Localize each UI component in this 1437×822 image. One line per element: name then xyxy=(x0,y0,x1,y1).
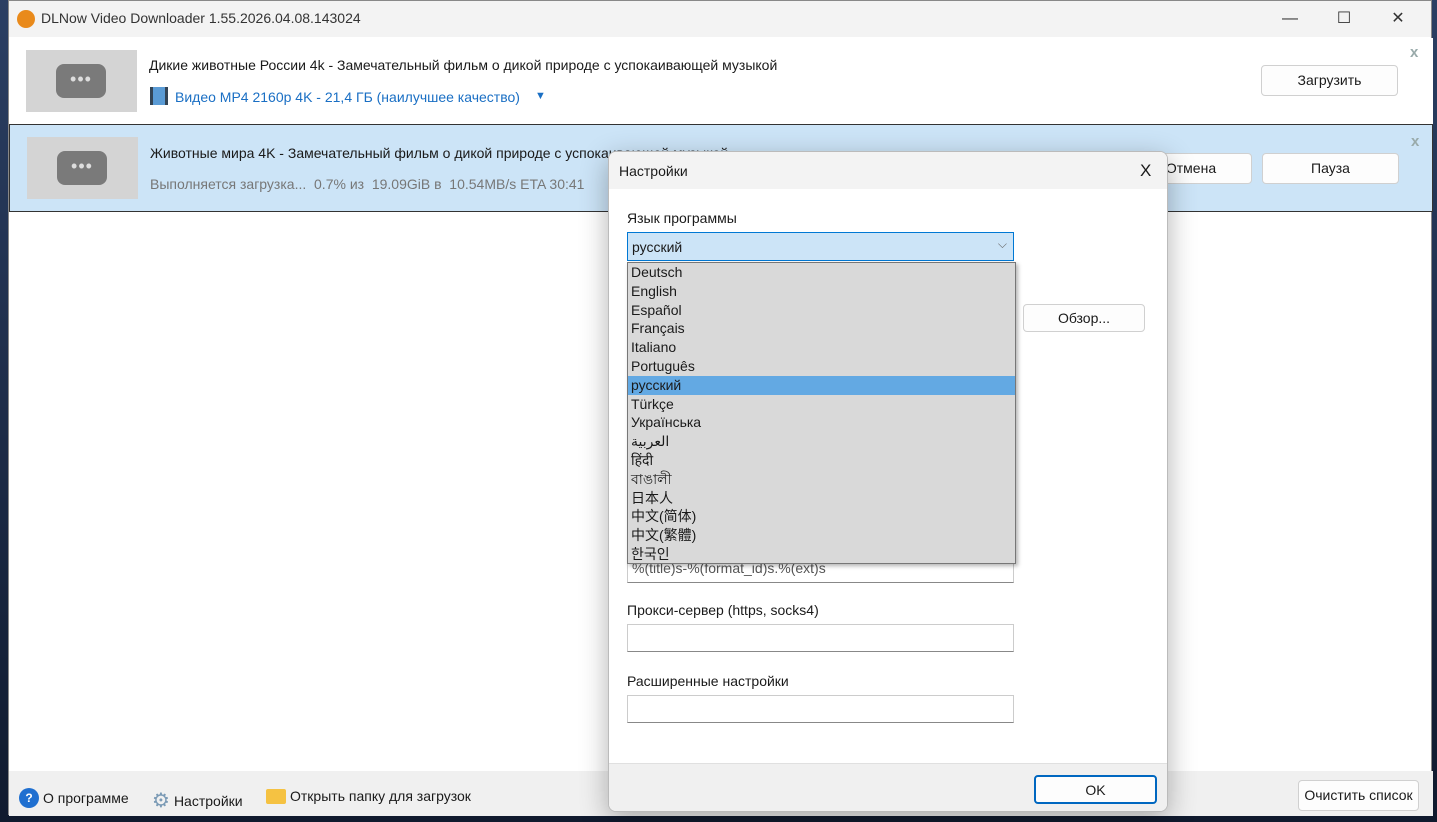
dialog-close-button[interactable]: X xyxy=(1140,161,1151,181)
language-option[interactable]: Türkçe xyxy=(628,395,1015,414)
language-option[interactable]: 中文(繁體) xyxy=(628,526,1015,545)
app-logo-icon xyxy=(17,10,35,28)
folder-icon xyxy=(266,788,286,804)
clear-list-button[interactable]: Очистить список xyxy=(1298,780,1419,811)
language-option[interactable]: Italiano xyxy=(628,338,1015,357)
gear-icon: ⚙ xyxy=(152,790,170,812)
dialog-header: Настройки X xyxy=(609,152,1167,189)
language-option[interactable]: 日本人 xyxy=(628,489,1015,508)
remove-item-icon[interactable]: x xyxy=(1411,133,1419,150)
window-title: DLNow Video Downloader 1.55.2026.04.08.1… xyxy=(41,10,361,26)
language-value: русский xyxy=(632,239,683,255)
language-option[interactable]: Português xyxy=(628,357,1015,376)
chevron-down-icon: ⌵ xyxy=(997,237,1007,251)
placeholder-icon: ••• xyxy=(56,64,106,98)
settings-button[interactable]: ⚙ Настройки xyxy=(152,788,243,813)
advanced-settings-label: Расширенные настройки xyxy=(627,673,789,689)
advanced-settings-input[interactable] xyxy=(627,695,1014,723)
language-option[interactable]: العربية xyxy=(628,432,1015,451)
browse-button[interactable]: Обзор... xyxy=(1023,304,1145,332)
download-status: Выполняется загрузка... 0.7% из 19.09GiB… xyxy=(150,176,585,192)
language-dropdown-list: Deutsch English Español Français Italiano Por… xyxy=(627,262,1016,564)
minimize-button[interactable]: — xyxy=(1267,7,1313,31)
proxy-label: Прокси-сервер (https, socks4) xyxy=(627,602,819,618)
about-button[interactable]: ? О программе xyxy=(19,788,129,808)
close-button[interactable]: ✕ xyxy=(1375,7,1421,31)
placeholder-icon: ••• xyxy=(57,151,107,185)
maximize-button[interactable]: ☐ xyxy=(1321,7,1367,31)
language-option[interactable]: हिंदी xyxy=(628,451,1015,470)
download-item: ••• Дикие животные России 4k - Замечател… xyxy=(9,38,1433,124)
settings-label: Настройки xyxy=(173,792,243,809)
language-option[interactable]: русский xyxy=(628,375,1015,395)
proxy-input[interactable] xyxy=(627,624,1014,652)
language-option[interactable]: 한국인 xyxy=(628,545,1015,564)
open-folder-button[interactable]: Открыть папку для загрузок xyxy=(266,788,471,804)
language-option[interactable]: English xyxy=(628,282,1015,301)
ok-button[interactable]: OK xyxy=(1034,775,1157,804)
language-option[interactable]: Deutsch xyxy=(628,263,1015,282)
format-select[interactable]: Видео MP4 2160p 4K - 21,4 ГБ (наилучшее … xyxy=(175,89,520,105)
download-button[interactable]: Загрузить xyxy=(1261,65,1398,96)
language-select[interactable]: русский ⌵ xyxy=(627,232,1014,261)
language-option[interactable]: 中文(简体) xyxy=(628,507,1015,526)
dialog-title: Настройки xyxy=(619,163,688,179)
chevron-down-icon[interactable]: ▼ xyxy=(535,90,546,102)
about-label: О программе xyxy=(43,790,129,806)
film-icon xyxy=(150,87,168,105)
language-option[interactable]: Українська xyxy=(628,413,1015,432)
item-title: Дикие животные России 4k - Замечательный… xyxy=(149,57,778,73)
settings-dialog: Настройки X Язык программы русский ⌵ Обз… xyxy=(608,151,1168,812)
help-icon: ? xyxy=(19,788,39,808)
thumbnail: ••• xyxy=(26,50,137,112)
dialog-footer: OK xyxy=(609,763,1167,811)
thumbnail: ••• xyxy=(27,137,138,199)
language-option[interactable]: বাঙালী xyxy=(628,470,1015,489)
title-bar: DLNow Video Downloader 1.55.2026.04.08.1… xyxy=(9,1,1431,37)
remove-item-icon[interactable]: x xyxy=(1410,44,1418,61)
language-option[interactable]: Español xyxy=(628,301,1015,320)
language-option[interactable]: Français xyxy=(628,319,1015,338)
pause-button[interactable]: Пауза xyxy=(1262,153,1399,184)
language-label: Язык программы xyxy=(627,210,737,226)
open-folder-label: Открыть папку для загрузок xyxy=(290,788,471,804)
